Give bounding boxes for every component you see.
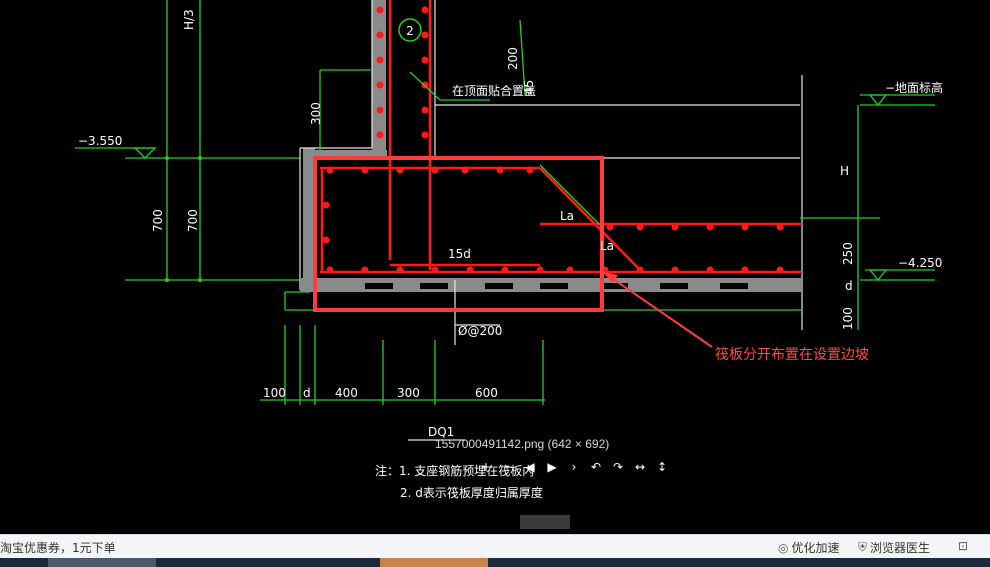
window-icon-button[interactable]: ⊡: [958, 539, 968, 553]
label-b600: 600: [475, 386, 498, 400]
label-la-2: La: [600, 239, 614, 253]
label-d-small: d: [845, 279, 853, 293]
label-at-200: Ø@200: [458, 324, 502, 338]
image-viewer: 2 H/3 300 200 45 在顶面贴合置盖 −地面标高 −3.550 H …: [0, 0, 990, 534]
next-icon[interactable]: ›: [566, 459, 582, 475]
file-caption: 1557000491142.png (642 × 692): [435, 437, 610, 451]
speedup-label: 优化加速: [791, 541, 840, 555]
rotate-left-icon[interactable]: ↶: [588, 459, 604, 475]
label-b100: 100: [263, 386, 286, 400]
browser-doctor-button[interactable]: ⛨ 浏览器医生: [858, 539, 930, 556]
ad-text[interactable]: 淘宝优惠券，1元下单: [0, 539, 116, 556]
label-leader-top: 在顶面贴合置盖: [452, 83, 536, 98]
label-b300: 300: [397, 386, 420, 400]
speedup-button[interactable]: ◎ 优化加速: [778, 539, 840, 556]
zoom-out-icon[interactable]: −: [500, 459, 516, 475]
circle-number: 2: [406, 24, 414, 38]
prev-icon[interactable]: ◀: [522, 459, 538, 475]
fit-width-icon[interactable]: ↔: [632, 459, 648, 475]
label-250: 250: [841, 242, 855, 265]
rotate-right-icon[interactable]: ↷: [610, 459, 626, 475]
play-icon[interactable]: ▶: [544, 459, 560, 475]
label-15d: 15d: [448, 247, 471, 261]
doctor-label: 浏览器医生: [870, 541, 931, 555]
label-200: 200: [506, 47, 520, 70]
taskbar: [0, 558, 990, 567]
label-elev-top-right: −地面标高: [885, 80, 943, 95]
taskbar-item[interactable]: [380, 558, 488, 567]
label-700-b: 700: [186, 209, 200, 232]
label-elev-right: −4.250: [898, 256, 942, 270]
label-700-a: 700: [151, 209, 165, 232]
label-h: H: [840, 164, 849, 178]
note-line-2: 2. d表示筏板厚度归属厚度: [400, 485, 543, 500]
label-h3: H/3: [182, 9, 196, 30]
label-b400: 400: [335, 386, 358, 400]
shield-icon: ⛨: [858, 540, 868, 554]
zoom-in-icon[interactable]: +: [478, 459, 494, 475]
label-elev-left: −3.550: [78, 134, 122, 148]
taskbar-item[interactable]: [48, 558, 156, 567]
label-300: 300: [309, 102, 323, 125]
cad-drawing: 2 H/3 300 200 45 在顶面贴合置盖 −地面标高 −3.550 H …: [75, 0, 943, 529]
browser-statusbar: 淘宝优惠券，1元下单 ◎ 优化加速 ⛨ 浏览器医生 ⊡: [0, 534, 990, 559]
label-100-right: 100: [841, 307, 855, 330]
viewer-toolbar: + − ◀ ▶ › ↶ ↷ ↔ ↕: [478, 459, 670, 475]
window-icon: ⊡: [958, 539, 969, 553]
rocket-icon: ◎: [778, 540, 789, 555]
label-la-1: La: [560, 209, 574, 223]
label-bd: d: [303, 386, 311, 400]
fit-height-icon[interactable]: ↕: [654, 459, 670, 475]
annotation-label: 筏板分开布置在设置边坡: [715, 347, 869, 363]
